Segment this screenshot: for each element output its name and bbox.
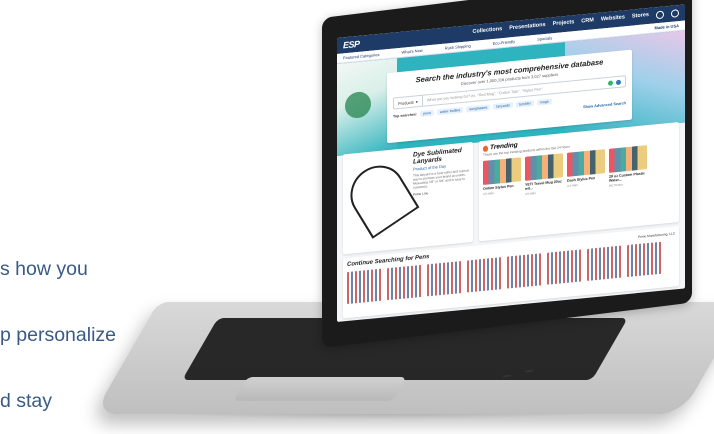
search-category-value: Products: [398, 99, 414, 106]
feature-description: This lanyard is a best-seller and a grea…: [413, 168, 469, 190]
chevron-down-icon: ▾: [415, 98, 418, 104]
feature-text: Dye Sublimated Lanyards Product of the D…: [413, 146, 469, 243]
product-card[interactable]: 28 oz Custom Plastic Water... BIC Promo: [609, 145, 647, 188]
flame-icon: [483, 144, 488, 152]
product-image: [525, 153, 563, 181]
product-image: [609, 145, 647, 173]
top-search-chip[interactable]: tumbler: [515, 100, 534, 108]
left-copy-line: p personalize: [0, 324, 116, 346]
top-search-chip[interactable]: mugs: [536, 98, 552, 106]
user-icon[interactable]: [671, 9, 679, 18]
top-search-chip[interactable]: pens: [420, 109, 434, 117]
nav-projects[interactable]: Projects: [553, 19, 575, 29]
product-thumb[interactable]: [627, 241, 663, 278]
nav-stores[interactable]: Stores: [632, 12, 649, 22]
product-thumb[interactable]: [467, 257, 503, 293]
nav-collections[interactable]: Collections: [473, 26, 503, 37]
left-copy-line: s how you: [0, 258, 88, 280]
screen-ui: ESP Collections Presentations Projects C…: [337, 4, 685, 322]
product-card[interactable]: Dash Stylus Pen 4.4 stars: [567, 149, 605, 192]
left-copy-line: d stay: [0, 390, 53, 412]
top-search-chip[interactable]: water bottles: [436, 106, 464, 116]
esp-logo[interactable]: ESP: [343, 39, 360, 51]
product-thumb[interactable]: [427, 260, 463, 297]
product-thumb[interactable]: [347, 268, 383, 305]
subnav-eco-friendly[interactable]: Eco-Friendly: [493, 39, 515, 46]
trending-card: Trending These are the top trending prod…: [479, 122, 679, 242]
green-action-icon[interactable]: [608, 79, 613, 86]
subnav-specials[interactable]: Specials: [537, 35, 552, 41]
product-thumb[interactable]: [587, 245, 623, 281]
product-image: [567, 149, 605, 177]
product-card[interactable]: YETI Travel Mug 20oz wit... 4.6 stars: [525, 153, 563, 196]
product-of-the-day-card[interactable]: Dye Sublimated Lanyards Product of the D…: [343, 141, 473, 255]
product-thumb[interactable]: [387, 264, 423, 301]
top-search-chip[interactable]: lanyards: [493, 102, 513, 110]
subnav-rush-shipping[interactable]: Rush Shipping: [445, 43, 471, 51]
nav-presentations[interactable]: Presentations: [509, 22, 545, 34]
top-searches-label: Top searches:: [393, 112, 418, 119]
continue-supplier[interactable]: Prime Manufacturing, LLC: [638, 231, 675, 239]
search-icon[interactable]: [616, 79, 621, 85]
help-icon[interactable]: [656, 10, 664, 20]
product-thumb[interactable]: [547, 249, 583, 285]
top-search-chip[interactable]: sunglasses: [466, 104, 491, 113]
nav-crm[interactable]: CRM: [581, 17, 594, 26]
product-thumb[interactable]: [507, 253, 543, 289]
search-actions: [608, 79, 625, 86]
left-copy: s how you p personalize d stay: [0, 214, 330, 434]
featured-categories[interactable]: Featured Categories: [343, 52, 379, 61]
nav-websites[interactable]: Websites: [601, 14, 625, 24]
product-card[interactable]: Online Stylus Pen 4.5 stars: [483, 157, 521, 200]
lanyard-image: [347, 152, 409, 244]
product-image: [483, 157, 521, 185]
search-category-select[interactable]: Products ▾: [394, 95, 423, 109]
subnav-made-in-usa[interactable]: Made in USA: [655, 23, 679, 30]
subnav-whats-new[interactable]: What's New: [401, 48, 422, 55]
